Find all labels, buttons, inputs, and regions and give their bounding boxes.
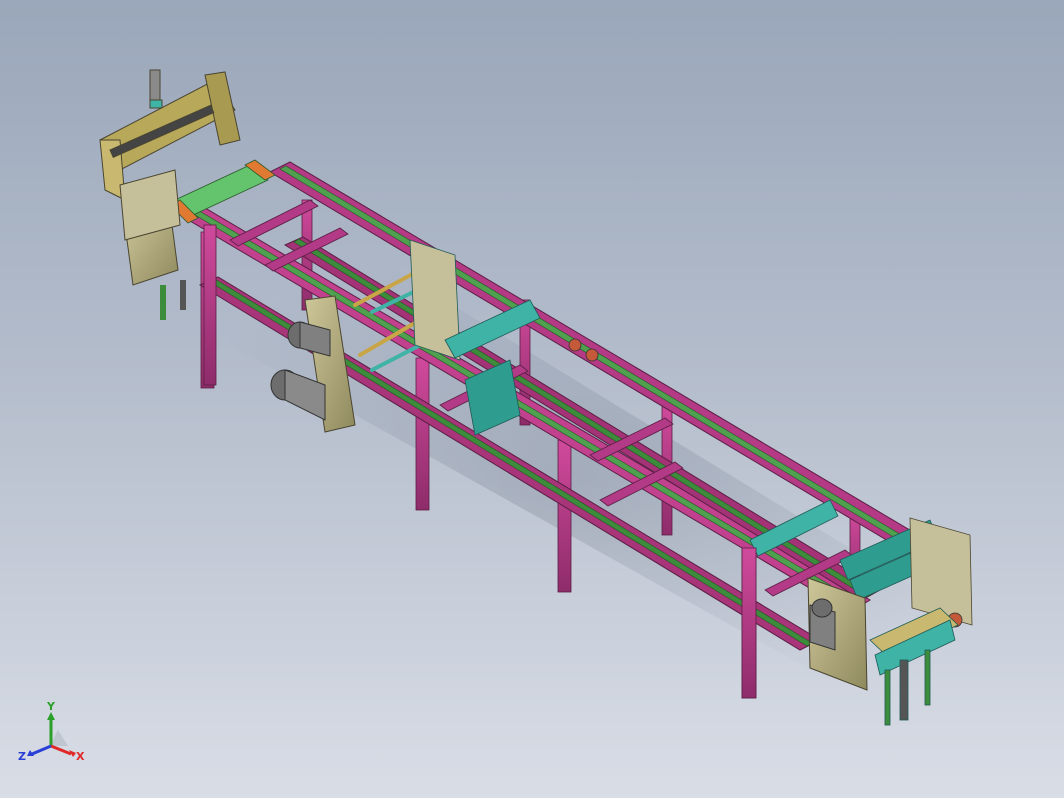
3d-model-view[interactable] <box>0 0 1064 798</box>
x-axis-label: X <box>76 750 85 763</box>
gear-motor-icon <box>809 598 836 651</box>
infeed-conveyor <box>169 159 276 224</box>
z-axis <box>27 744 52 756</box>
frame-long-beams <box>178 161 936 651</box>
z-axis-label: Z <box>18 750 26 763</box>
triad-origin-icon <box>50 730 68 746</box>
ground-shadow <box>150 230 1000 720</box>
axis-triad: Y X Z <box>18 700 85 763</box>
graphics-viewport[interactable]: Y X Z <box>0 0 1064 798</box>
x-axis <box>50 744 76 757</box>
y-axis-label: Y <box>46 700 56 713</box>
